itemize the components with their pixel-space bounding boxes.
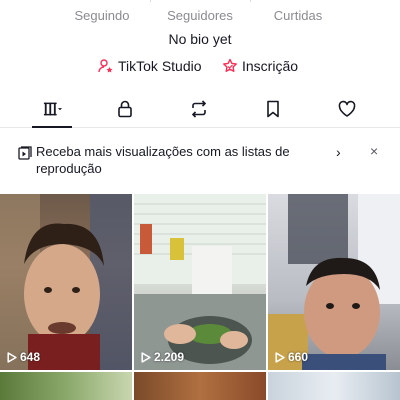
likes-count [238,0,358,6]
play-icon [7,351,17,363]
play-icon [275,351,285,363]
grid-icon [43,102,62,116]
profile-bio[interactable]: No bio yet [0,31,400,47]
video-thumbnail[interactable]: 648 [0,194,132,370]
playlist-icon [18,146,32,160]
tab-liked[interactable] [332,98,362,120]
video-thumbnail[interactable]: 2.209 [134,194,266,370]
profile-tabs [0,90,400,128]
view-count: 2.209 [140,350,184,364]
video-thumbnail[interactable]: 660 [268,194,400,370]
inscricao-label: Inscrição [242,58,299,74]
view-count-text: 2.209 [154,350,185,364]
active-tab-indicator [32,126,72,128]
thumbnail-image [134,194,266,370]
repost-icon [191,100,207,118]
lock-icon [118,100,132,118]
tab-favorites[interactable] [258,98,288,120]
person-star-icon [98,59,113,73]
tab-videos[interactable] [38,98,68,120]
playlist-banner-text: Receba mais visualizações com as listas … [36,144,290,176]
video-thumbnail[interactable] [268,372,400,400]
heart-icon [338,100,356,117]
tiktok-studio-label: TikTok Studio [118,58,202,74]
bookmark-icon [267,100,279,118]
profile-links: TikTok Studio Inscrição [0,58,400,80]
view-count: 660 [274,350,308,364]
play-icon [141,351,151,363]
likes-label: Curtidas [273,8,323,23]
video-thumbnail[interactable] [0,372,132,400]
close-icon[interactable]: × [370,143,378,159]
view-count: 648 [6,350,40,364]
video-grid: 648 2.209 660 [0,194,400,400]
view-count-text: 660 [288,350,309,364]
chevron-right-icon[interactable]: › [336,144,341,160]
profile-stats: Seguindo Seguidores Curtidas [0,0,400,23]
likes-stat[interactable]: Curtidas [238,0,358,23]
thumbnail-image [268,194,400,370]
video-thumbnail[interactable] [134,372,266,400]
tab-reposts[interactable] [184,98,214,120]
view-count-text: 648 [20,350,41,364]
playlist-banner[interactable]: Receba mais visualizações com as listas … [0,140,400,182]
tiktok-studio-link[interactable]: TikTok Studio [98,58,202,74]
tab-private[interactable] [110,98,140,120]
inscricao-link[interactable]: Inscrição [222,58,298,74]
crown-star-icon [223,58,237,72]
thumbnail-image [0,194,132,370]
